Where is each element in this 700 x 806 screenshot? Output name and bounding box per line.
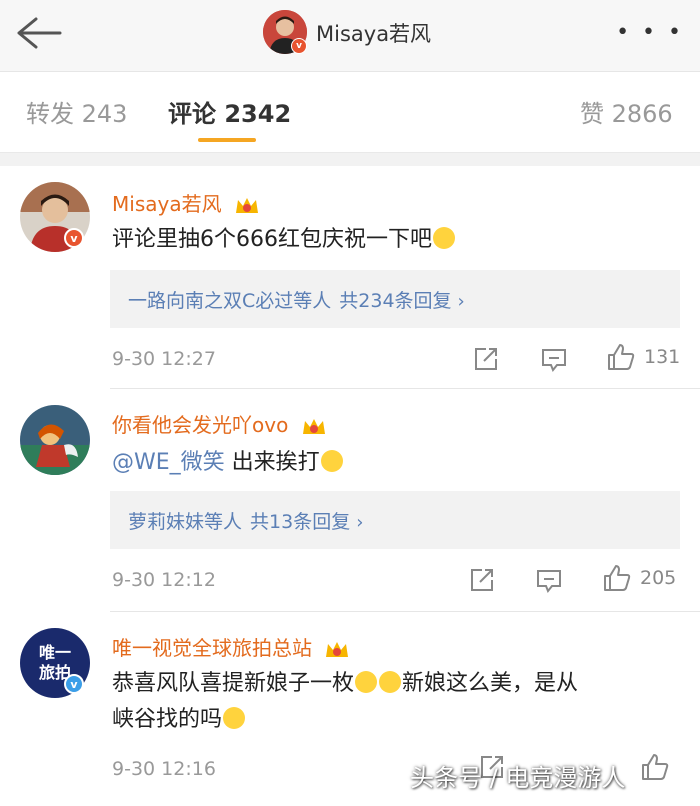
share-button[interactable] xyxy=(468,565,496,595)
like-count: 205 xyxy=(640,567,677,589)
comment-text: 评论里抽6个666红包庆祝一下吧 xyxy=(112,222,682,258)
comment-item: v Misaya若风 评论里抽6个666红包庆祝一下吧 一路向南之双C必过等人共… xyxy=(0,166,700,388)
like-button[interactable] xyxy=(640,752,670,782)
tab-bar: 转发 243 评论 2342 赞 2866 xyxy=(0,72,700,152)
active-tab-indicator xyxy=(198,138,256,142)
smile-emoji-icon xyxy=(223,707,246,729)
like-button[interactable]: 131 xyxy=(606,342,680,372)
more-menu-icon[interactable]: • • • xyxy=(616,20,684,45)
chevron-right-icon: › xyxy=(457,291,465,312)
like-count: 131 xyxy=(644,346,681,368)
tab-reposts[interactable]: 转发 243 xyxy=(26,94,127,129)
grin-emoji-icon xyxy=(433,227,455,249)
vip-crown-icon xyxy=(235,197,258,213)
chevron-right-icon: › xyxy=(356,512,364,533)
reply-count: 共13条回复 xyxy=(250,511,351,533)
reply-button[interactable] xyxy=(540,344,568,374)
share-icon xyxy=(475,348,497,370)
reply-count: 共234条回复 xyxy=(339,290,452,312)
crying-emoji-icon xyxy=(379,671,402,693)
comment-text: @WE_微笑 出来挨打 xyxy=(112,445,682,481)
comment-text: 恭喜风队喜提新娘子一枚 新娘这么美，是从 峡谷找的吗 xyxy=(112,671,579,732)
comment-time: 9-30 12:27 xyxy=(112,348,216,370)
crying-emoji-icon xyxy=(355,671,378,693)
header-title: Misaya若风 xyxy=(316,22,432,46)
share-button[interactable] xyxy=(472,344,500,374)
section-divider xyxy=(0,152,700,166)
like-button[interactable]: 205 xyxy=(602,563,676,593)
watermark-text: 头条号 / 电竞漫游人 xyxy=(410,764,626,792)
comment-time: 9-30 12:16 xyxy=(112,758,216,780)
reply-summary[interactable]: 一路向南之双C必过等人 共234条回复 › xyxy=(110,270,680,328)
vip-crown-icon xyxy=(302,418,325,434)
thumbs-up-icon xyxy=(642,754,669,780)
verified-badge-icon: v xyxy=(64,674,84,694)
thumbs-up-icon xyxy=(608,344,635,370)
comment-icon xyxy=(542,349,566,372)
comment-avatar[interactable] xyxy=(20,405,90,475)
reply-summary[interactable]: 萝莉妹妹等人 共13条回复 › xyxy=(110,491,680,549)
header-verified-badge-icon: v xyxy=(291,38,307,54)
tab-likes[interactable]: 赞 2866 xyxy=(580,94,673,129)
thumbs-up-icon xyxy=(604,565,631,591)
back-arrow-icon[interactable] xyxy=(14,16,64,50)
reply-button[interactable] xyxy=(535,565,563,595)
reply-names: 一路向南之双C必过等人 xyxy=(128,290,332,312)
tab-comments[interactable]: 评论 2342 xyxy=(168,94,291,129)
comment-username[interactable]: Misaya若风 xyxy=(112,188,260,217)
comment-username[interactable]: 唯一视觉全球旅拍总站 xyxy=(112,632,350,661)
share-icon xyxy=(471,569,493,591)
vip-crown-icon xyxy=(326,641,349,657)
verified-badge-icon: v xyxy=(64,228,84,248)
eyeroll-emoji-icon xyxy=(320,450,343,472)
reply-names: 萝莉妹妹等人 xyxy=(128,511,243,533)
comment-icon xyxy=(537,570,561,593)
comment-time: 9-30 12:12 xyxy=(112,569,216,591)
user-mention-link[interactable]: @WE_微笑 xyxy=(112,450,225,475)
top-bar: v Misaya若风 • • • xyxy=(0,0,700,72)
comment-item: 你看他会发光吖ovo @WE_微笑 出来挨打 萝莉妹妹等人 共13条回复 › 9-3… xyxy=(0,389,700,611)
comment-username[interactable]: 你看他会发光吖ovo xyxy=(112,409,327,438)
